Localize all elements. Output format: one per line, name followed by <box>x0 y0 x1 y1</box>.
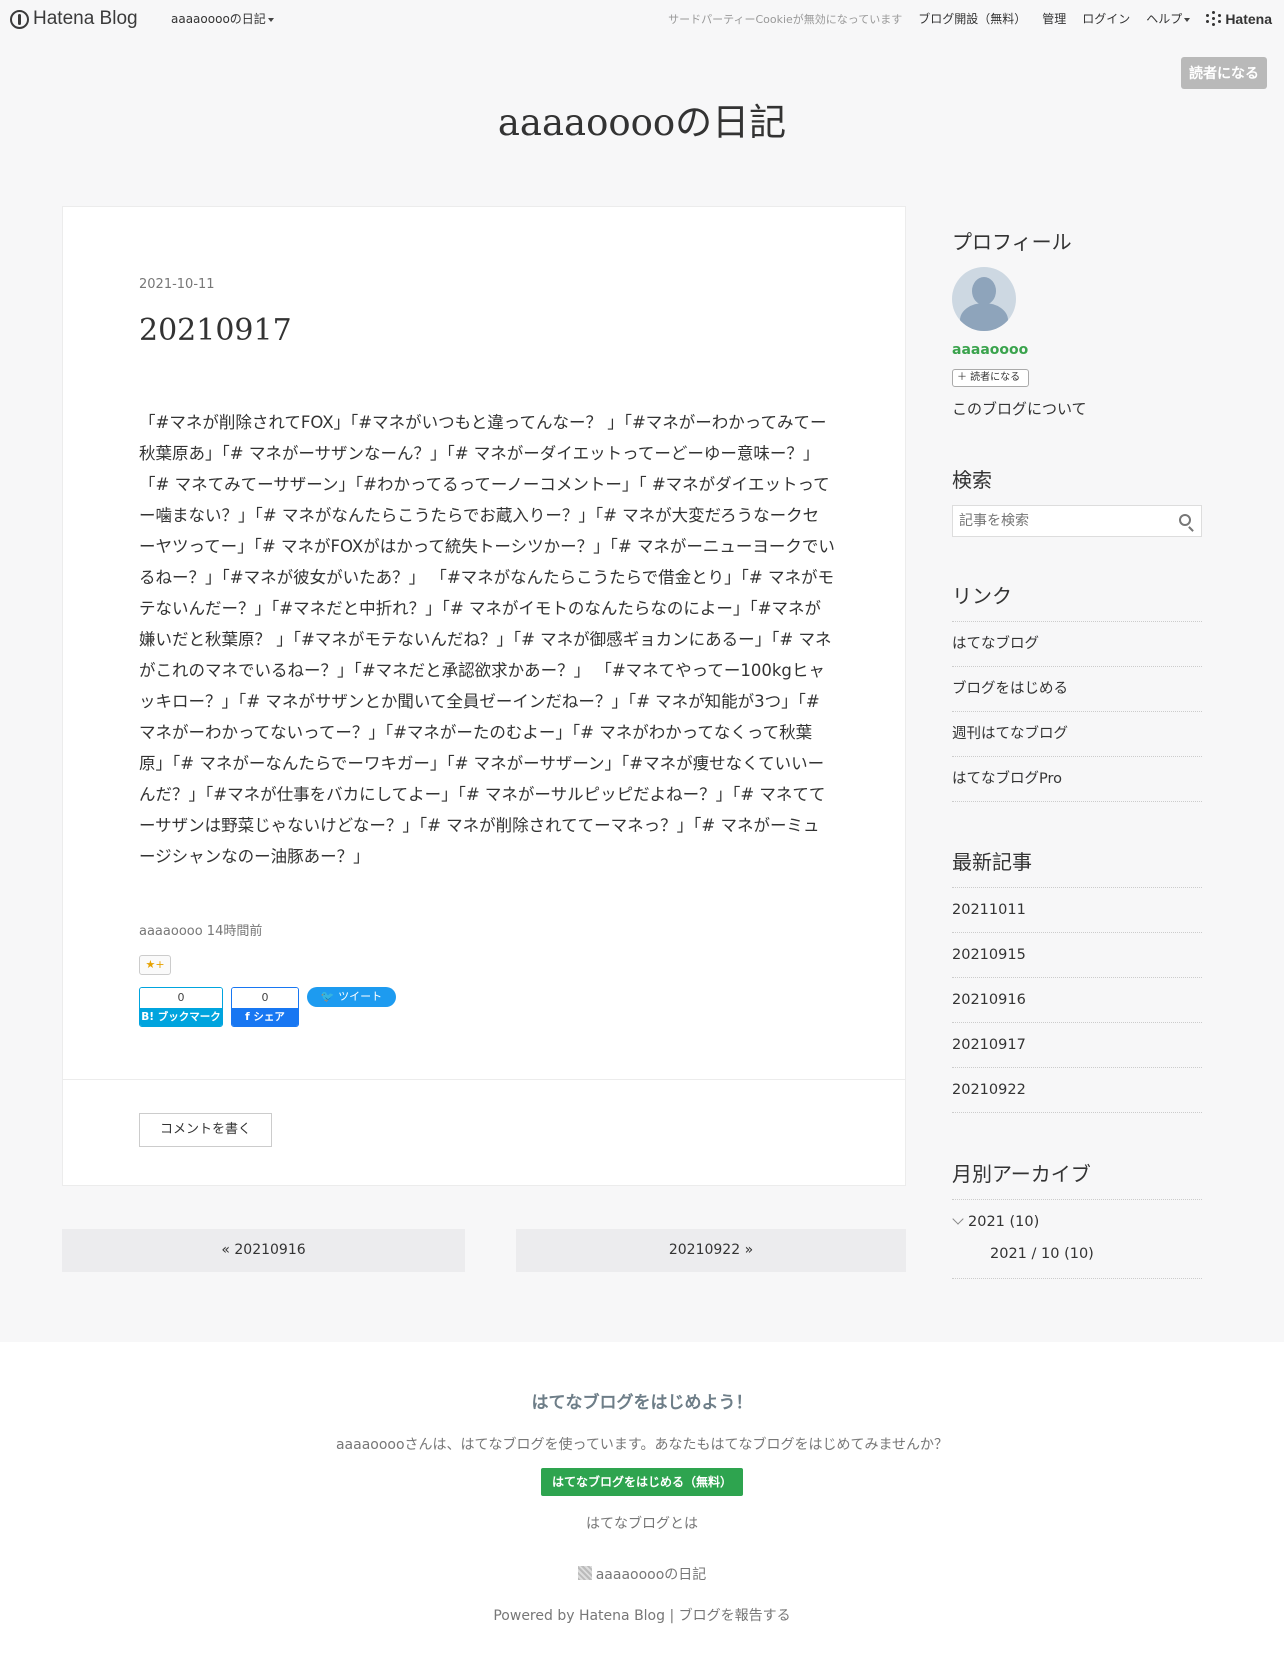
hatena-brand-label: Hatena <box>1225 10 1272 27</box>
link-item[interactable]: はてなブログPro <box>952 757 1202 802</box>
avatar[interactable] <box>952 267 1016 331</box>
hatena-dots-icon <box>1206 11 1222 26</box>
entry-date[interactable]: 2021-10-11 <box>139 277 215 292</box>
profile-name[interactable]: aaaaoooo <box>952 342 1028 358</box>
link-item[interactable]: ブログをはじめる <box>952 667 1202 712</box>
logo-text: Hatena Blog <box>33 8 138 29</box>
footer-blog-name: aaaaooooの日記 <box>595 1567 707 1583</box>
bookmark-label: B! ブックマーク <box>140 1008 222 1026</box>
login-link[interactable]: ログイン <box>1082 10 1130 27</box>
blog-menu[interactable]: aaaaooooの日記 <box>171 10 274 27</box>
archive-month[interactable]: 2021 / 10 (10) <box>990 1246 1094 1262</box>
entry-author-time[interactable]: aaaaoooo 14時間前 <box>139 920 262 939</box>
tweet-label: ツイート <box>338 990 383 1003</box>
hatena-blog-logo[interactable]: Hatena Blog <box>10 8 138 30</box>
cookie-notice: サードパーティーCookieが無効になっています <box>668 12 903 26</box>
footer-desc: aaaaooooさんは、はてなブログを使っています。あなたもはてなブログをはじめ… <box>335 1437 949 1453</box>
chevron-down-icon <box>952 1213 964 1225</box>
footer: はてなブログをはじめよう！ aaaaooooさんは、はてなブログを使っています。… <box>0 1342 1284 1664</box>
about-blog-link[interactable]: このブログについて <box>952 398 1087 419</box>
twitter-bird-icon: 🐦 <box>320 990 339 1003</box>
facebook-label: f シェア <box>232 1008 298 1026</box>
archive-list: 2021 (10) 2021 / 10 (10) <box>952 1199 1202 1279</box>
recent-item[interactable]: 20210922 <box>952 1068 1202 1113</box>
caret-down-icon <box>267 17 274 22</box>
blog-menu-label: aaaaooooの日記 <box>171 12 266 26</box>
open-blog-link[interactable]: ブログ開設（無料） <box>918 10 1026 27</box>
pager-next[interactable]: 20210922 » <box>516 1229 906 1272</box>
bookmark-count: 0 <box>140 988 222 1008</box>
bookmark-button[interactable]: 0 B! ブックマーク <box>139 987 223 1027</box>
top-bar: Hatena Blog aaaaooooの日記 サードパーティーCookieが無… <box>0 0 1284 38</box>
hatena-blog-logo-icon <box>10 9 29 29</box>
entry-title[interactable]: 20210917 <box>139 313 292 348</box>
entry-body: 「#マネが削除されてFOX」「#マネがいつもと違ってんなー？ 」「#マネがーわか… <box>139 413 835 866</box>
search-input[interactable] <box>953 506 1153 536</box>
recent-list: 20211011 20210915 20210916 20210917 2021… <box>952 887 1202 1113</box>
profile-title: プロフィール <box>952 230 1072 254</box>
search-box <box>952 505 1202 537</box>
add-star-button[interactable]: ★+ <box>139 955 171 975</box>
divider <box>63 1079 905 1080</box>
report-link[interactable]: ブログを報告する <box>679 1608 791 1624</box>
separator: | <box>669 1608 675 1624</box>
search-title: 検索 <box>952 468 992 492</box>
archive-year-label: 2021 (10) <box>968 1214 1040 1230</box>
caret-down-icon <box>1184 17 1191 22</box>
facebook-count: 0 <box>232 988 298 1008</box>
article: 2021-10-11 20210917 「#マネが削除されてFOX」「#マネがい… <box>62 206 906 1186</box>
search-icon[interactable] <box>1179 514 1191 526</box>
facebook-share-button[interactable]: 0 f シェア <box>231 987 299 1027</box>
footer-title: はてなブログをはじめよう！ <box>531 1393 753 1413</box>
about-hatena-link[interactable]: はてなブログとは <box>0 1513 1284 1533</box>
help-menu[interactable]: ヘルプ <box>1146 10 1191 27</box>
archive-year[interactable]: 2021 (10) <box>952 1213 1040 1230</box>
footer-blog-link[interactable]: aaaaooooの日記 <box>0 1564 1284 1584</box>
recent-item[interactable]: 20210915 <box>952 933 1202 978</box>
tweet-button[interactable]: 🐦 ツイート <box>307 987 396 1007</box>
manage-link[interactable]: 管理 <box>1042 10 1066 27</box>
subscribe-button[interactable]: 読者になる <box>1181 57 1267 89</box>
blog-title[interactable]: aaaaooooの日記 <box>0 92 1284 146</box>
subscribe-small-button[interactable]: ＋ 読者になる <box>952 369 1029 387</box>
links-title: リンク <box>952 584 1012 608</box>
global-nav: サードパーティーCookieが無効になっています ブログ開設（無料） 管理 ログ… <box>668 10 1272 27</box>
help-label: ヘルプ <box>1146 12 1183 26</box>
start-blog-button[interactable]: はてなブログをはじめる（無料） <box>541 1468 743 1496</box>
recent-item[interactable]: 20210917 <box>952 1023 1202 1068</box>
archive-title: 月別アーカイブ <box>952 1162 1091 1186</box>
write-comment-button[interactable]: コメントを書く <box>139 1113 272 1147</box>
share-buttons: 0 B! ブックマーク 0 f シェア 🐦 ツイート <box>139 987 396 1027</box>
recent-item[interactable]: 20210916 <box>952 978 1202 1023</box>
links-list: はてなブログ ブログをはじめる 週刊はてなブログ はてなブログPro <box>952 621 1202 802</box>
recent-title: 最新記事 <box>952 850 1032 874</box>
powered-link[interactable]: Powered by Hatena Blog <box>493 1608 665 1624</box>
pager-prev[interactable]: « 20210916 <box>62 1229 465 1272</box>
link-item[interactable]: 週刊はてなブログ <box>952 712 1202 757</box>
blog-favicon-icon <box>577 1566 592 1580</box>
recent-item[interactable]: 20211011 <box>952 888 1202 933</box>
link-item[interactable]: はてなブログ <box>952 622 1202 667</box>
powered-by: Powered by Hatena Blog | ブログを報告する <box>0 1605 1284 1625</box>
hatena-brand-link[interactable]: Hatena <box>1206 11 1272 27</box>
